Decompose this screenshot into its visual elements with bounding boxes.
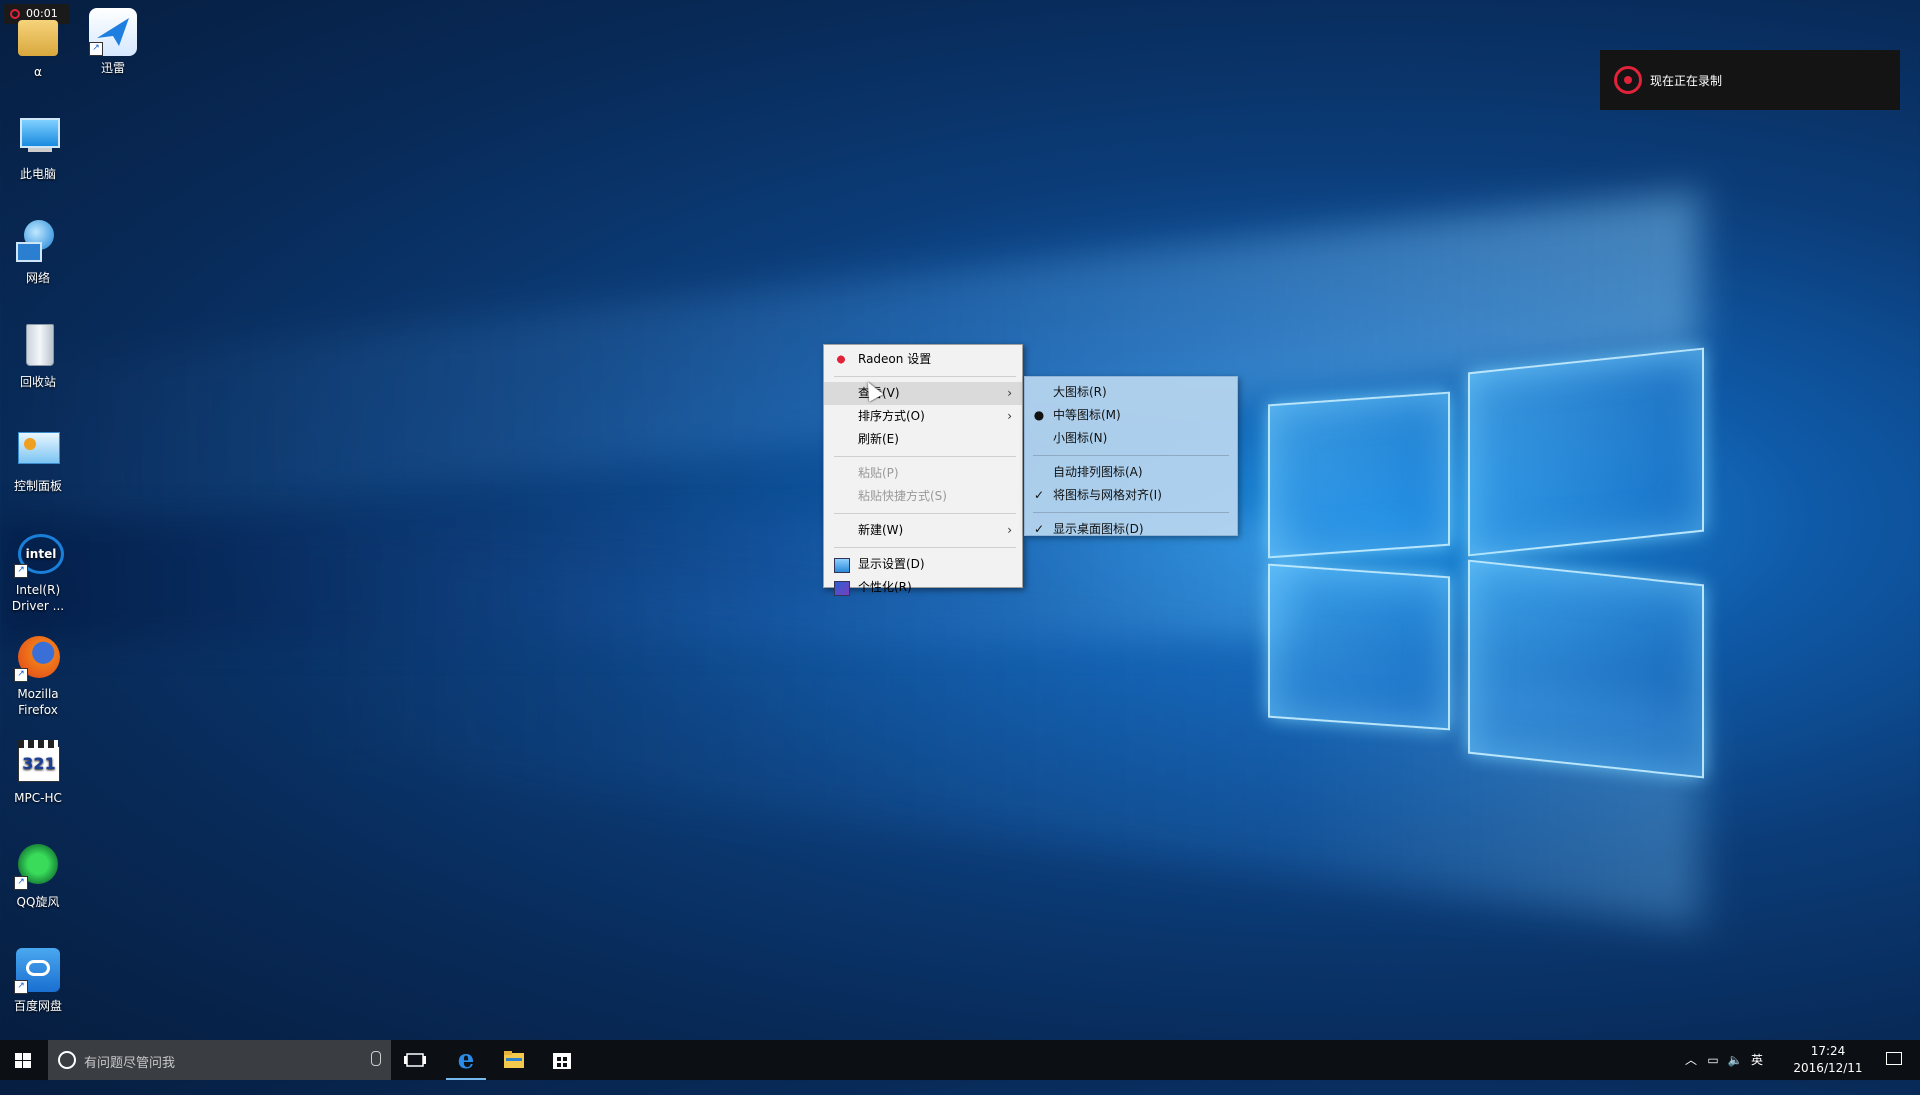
personalize-icon: [834, 581, 850, 596]
taskbar-app-file-explorer[interactable]: [490, 1040, 538, 1080]
menu-item-new[interactable]: 新建(W) ›: [824, 519, 1022, 542]
checkmark-icon: ✓: [1033, 488, 1045, 502]
recording-notification: 现在正在录制: [1600, 50, 1900, 110]
checkmark-icon: ✓: [1033, 522, 1045, 536]
menu-item-radeon-settings[interactable]: Radeon 设置: [824, 348, 1022, 371]
menu-separator: [834, 547, 1016, 548]
menu-item-view[interactable]: 查看(V) ›: [824, 382, 1022, 405]
network-icon: [14, 218, 62, 266]
menu-item-personalize[interactable]: 个性化(R): [824, 576, 1022, 599]
shortcut-arrow-icon: ↗: [14, 876, 28, 890]
radio-bullet-icon: ●: [1033, 408, 1045, 422]
submenu-item-align-to-grid[interactable]: ✓ 将图标与网格对齐(I): [1025, 484, 1237, 507]
menu-separator: [834, 513, 1016, 514]
taskbar: 有问题尽管问我 e ︿ ▭ 🔈 英 17:24 2016/12/11: [0, 1040, 1920, 1080]
recycle-bin-icon: [14, 322, 62, 370]
menu-item-paste-shortcut: 粘贴快捷方式(S): [858, 489, 947, 503]
taskbar-app-store[interactable]: [538, 1040, 586, 1080]
chevron-right-icon: ›: [1007, 523, 1012, 537]
menu-item-refresh[interactable]: 刷新(E): [824, 428, 1022, 451]
menu-item-paste: 粘贴(P): [858, 466, 899, 480]
task-view-icon: [404, 1053, 426, 1067]
desktop-icon-mpc-hc[interactable]: 321 MPC-HC: [0, 738, 76, 806]
chevron-up-icon[interactable]: ︿: [1680, 1040, 1702, 1080]
record-icon: [1614, 66, 1642, 94]
cortana-icon: [58, 1051, 76, 1069]
taskbar-app-edge[interactable]: e: [442, 1040, 490, 1080]
desktop-icon-this-pc[interactable]: 此电脑: [0, 114, 76, 182]
shortcut-arrow-icon: ↗: [14, 564, 28, 578]
shortcut-arrow-icon: ↗: [14, 668, 28, 682]
computer-icon: [14, 114, 62, 162]
menu-separator: [1033, 512, 1229, 513]
chevron-right-icon: ›: [1007, 409, 1012, 423]
desktop-icon-control-panel[interactable]: 控制面板: [0, 426, 76, 494]
ime-indicator[interactable]: 英: [1746, 1040, 1768, 1080]
shortcut-arrow-icon: ↗: [14, 980, 28, 994]
menu-item-display-settings[interactable]: 显示设置(D): [824, 553, 1022, 576]
qq-xuanfeng-icon: ↗: [14, 842, 62, 890]
menu-separator: [1033, 455, 1229, 456]
desktop-icon-network[interactable]: 网络: [0, 218, 76, 286]
submenu-item-auto-arrange[interactable]: 自动排列图标(A): [1025, 461, 1237, 484]
cortana-search-box[interactable]: 有问题尽管问我: [48, 1040, 391, 1080]
store-icon: [553, 1053, 571, 1069]
intel-driver-icon: intel ↗: [14, 530, 64, 578]
display-settings-icon: [834, 558, 850, 573]
xunlei-bird-icon: ↗: [89, 8, 137, 56]
radeon-icon: [834, 353, 848, 366]
mpc-hc-icon: 321: [14, 738, 62, 786]
windows-start-icon: [15, 1053, 31, 1068]
volume-icon[interactable]: 🔈: [1724, 1040, 1746, 1080]
desktop-icon-firefox[interactable]: ↗ Mozilla Firefox: [0, 634, 76, 718]
desktop-context-menu: Radeon 设置 查看(V) › 排序方式(O) › 刷新(E) 粘贴(P) …: [823, 344, 1023, 596]
menu-separator: [834, 376, 1016, 377]
shortcut-arrow-icon: ↗: [89, 42, 103, 56]
action-center-icon[interactable]: [1886, 1052, 1902, 1065]
file-explorer-icon: [504, 1051, 524, 1068]
chevron-right-icon: ›: [1007, 386, 1012, 400]
desktop-icon-xunlei[interactable]: ↗ 迅雷: [75, 8, 151, 76]
desktop-icon-baidu-netdisk[interactable]: ↗ 百度网盘: [0, 946, 76, 1014]
submenu-item-show-desktop-icons[interactable]: ✓ 显示桌面图标(D): [1025, 518, 1237, 541]
menu-item-sort-by[interactable]: 排序方式(O) ›: [824, 405, 1022, 428]
network-tray-icon[interactable]: ▭: [1702, 1040, 1724, 1080]
user-folder-icon: [18, 20, 58, 56]
system-clock[interactable]: 17:24 2016/12/11: [1792, 1043, 1864, 1077]
task-view-button[interactable]: [391, 1040, 439, 1080]
start-button[interactable]: [0, 1040, 46, 1080]
control-panel-icon: [14, 426, 62, 474]
desktop-icon-user-folder[interactable]: α: [0, 14, 76, 80]
submenu-item-medium-icons[interactable]: ● 中等图标(M): [1025, 404, 1237, 427]
submenu-item-large-icons[interactable]: 大图标(R): [1025, 381, 1237, 404]
desktop-icon-intel-driver[interactable]: intel ↗ Intel(R) Driver ...: [0, 530, 76, 614]
desktop-icon-recycle-bin[interactable]: 回收站: [0, 322, 76, 390]
desktop-icon-qq-xuanfeng[interactable]: ↗ QQ旋风: [0, 842, 76, 910]
edge-icon: e: [457, 1045, 475, 1075]
view-submenu: 大图标(R) ● 中等图标(M) 小图标(N) 自动排列图标(A) ✓ 将图标与…: [1024, 376, 1238, 536]
microphone-icon[interactable]: [371, 1051, 381, 1066]
firefox-icon: ↗: [14, 634, 62, 682]
windows-logo-wallpaper: [1260, 340, 1710, 790]
menu-separator: [834, 456, 1016, 457]
baidu-netdisk-icon: ↗: [14, 946, 62, 994]
submenu-item-small-icons[interactable]: 小图标(N): [1025, 427, 1237, 450]
